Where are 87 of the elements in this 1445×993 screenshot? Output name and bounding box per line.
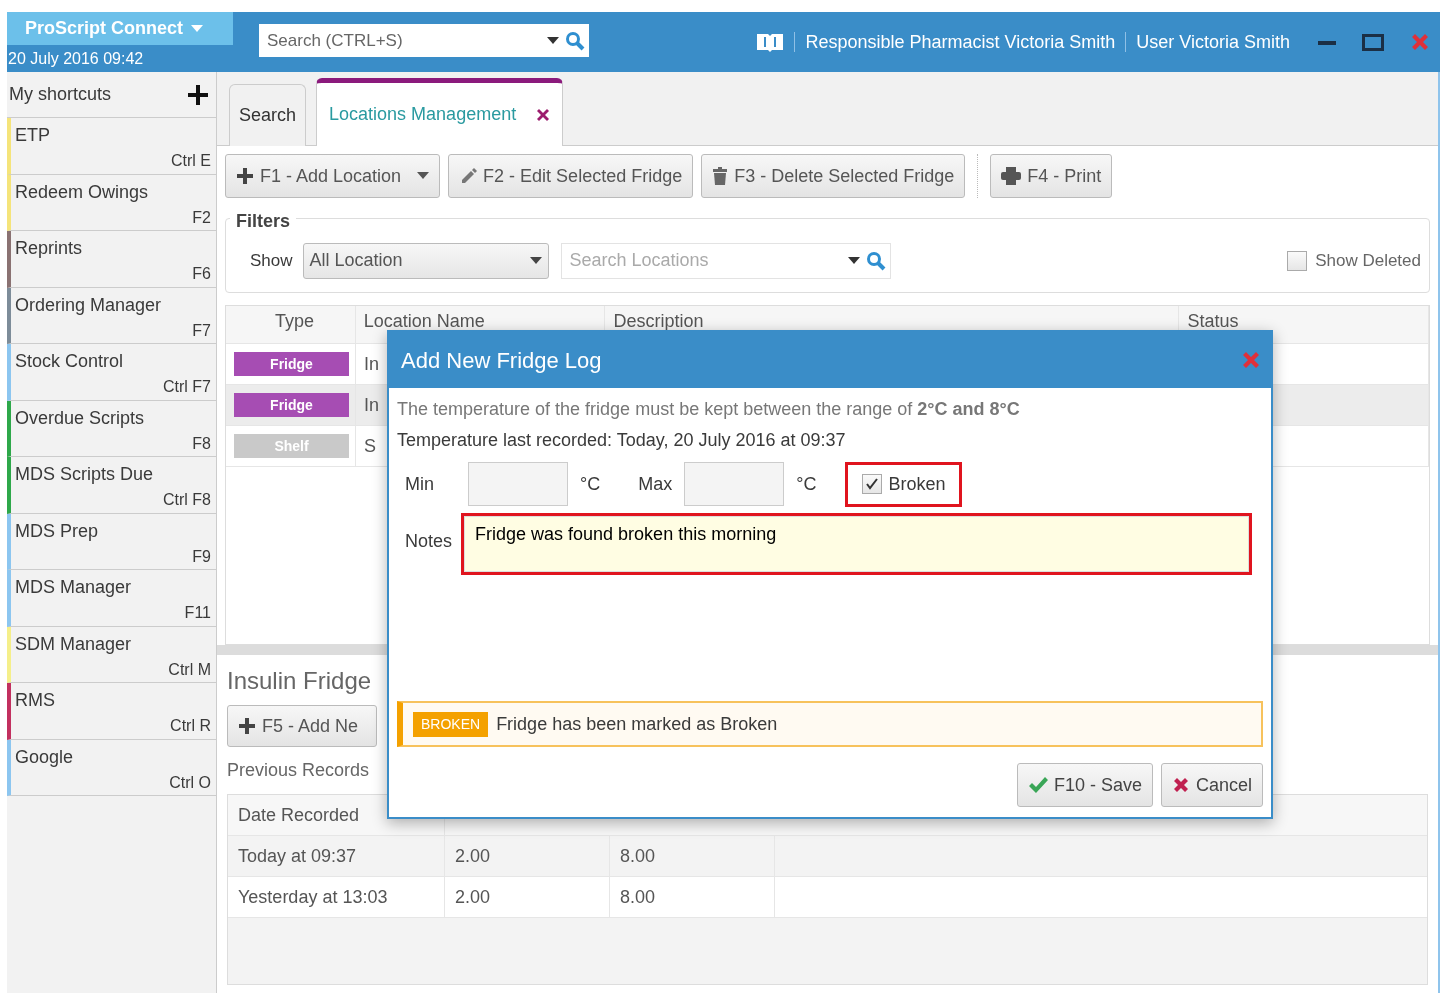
shortcut-key: Ctrl F7 — [163, 375, 211, 401]
shortcut-label: Google — [15, 745, 74, 769]
user-info: User Victoria Smith — [1136, 30, 1290, 54]
date-time: 20 July 2016 09:42 — [7, 49, 145, 69]
shortcut-label: Redeem Owings — [15, 180, 149, 204]
add-button[interactable]: F5 - Add Ne — [227, 705, 377, 747]
broken-checkbox[interactable]: Broken — [848, 464, 960, 504]
book-icon — [756, 32, 785, 52]
field-label: Notes — [405, 530, 453, 553]
min-field[interactable] — [468, 462, 568, 506]
caret-icon — [547, 36, 559, 45]
column-header[interactable]: Date Recorded — [238, 801, 360, 829]
shortcut-key: F9 — [192, 544, 211, 571]
table-cell-text: In — [364, 393, 379, 417]
shortcut-label: Overdue Scripts — [15, 406, 145, 430]
unit-label: °C — [580, 472, 601, 496]
location-dropdown[interactable]: All Location — [302, 242, 549, 279]
field-label: Min — [405, 472, 434, 496]
shortcut-label: SDM Manager — [15, 632, 132, 656]
table-cell-text: 2.00 — [455, 885, 491, 909]
section-title: Insulin Fridge — [227, 666, 373, 696]
shortcut-key: Ctrl O — [169, 770, 211, 797]
table-cell-text: 2.00 — [455, 844, 491, 868]
field-label: Show — [250, 249, 293, 272]
status-tag: BROKEN — [413, 711, 489, 737]
unit-label: °C — [796, 472, 817, 496]
user-info: Responsible Pharmacist Victoria Smith — [805, 30, 1116, 54]
table-cell-text: In — [364, 352, 379, 376]
type-tag: Fridge — [234, 393, 349, 417]
info-text: Temperature last recorded: Today, 20 July 2016 at 09:37 — [397, 429, 847, 452]
check-icon — [865, 477, 880, 491]
shortcut-key: F6 — [192, 262, 211, 288]
caret-icon — [417, 172, 430, 180]
shortcut-label: MDS Manager — [15, 576, 132, 599]
alert-message: Fridge has been marked as Broken — [496, 712, 778, 736]
search-icon — [565, 30, 585, 51]
toolbar-button[interactable]: F1 - Add Location — [225, 154, 441, 198]
dialog-title: Add New Fridge Log — [401, 346, 602, 375]
notes-field[interactable]: Fridge was found broken this morning — [464, 516, 1249, 572]
search-bar[interactable]: Search (CTRL+S) — [259, 24, 589, 57]
close-icon[interactable] — [536, 107, 551, 122]
toolbar-button[interactable]: F2 - Edit Selected Fridge — [448, 154, 694, 198]
shortcut-key: F7 — [192, 318, 211, 345]
max-field[interactable] — [684, 462, 785, 506]
dialog-button[interactable]: F10 - Save — [1016, 763, 1153, 807]
shortcut-label: MDS Prep — [15, 519, 99, 543]
add-icon[interactable] — [188, 84, 208, 105]
table-cell-text: Today at 09:37 — [238, 844, 357, 868]
info-text: The temperature of the fridge must be kept between the range of 2°C and 8°C — [397, 398, 1021, 421]
pencil-icon — [459, 167, 478, 185]
checkbox-label: Show Deleted — [1315, 249, 1421, 272]
type-tag: Fridge — [234, 352, 349, 376]
shortcut-key: Ctrl M — [168, 657, 211, 684]
shortcut-label: Reprints — [15, 237, 83, 260]
dialog-button[interactable]: Cancel — [1160, 763, 1263, 807]
shortcut-label: Stock Control — [15, 350, 124, 373]
shortcut-label: Ordering Manager — [15, 293, 162, 317]
shortcut-key: Ctrl R — [170, 714, 211, 740]
caret-icon — [847, 256, 860, 265]
shortcut-label: ETP — [15, 124, 50, 147]
trash-icon — [712, 167, 729, 185]
table-cell-text: 8.00 — [620, 844, 656, 868]
checkbox[interactable] — [1287, 250, 1308, 271]
field-label: Max — [638, 472, 673, 496]
table-cell-text: Yesterday at 13:03 — [238, 885, 388, 909]
search-icon — [865, 250, 886, 271]
section-label: Previous Records — [227, 759, 371, 782]
shortcut-label: RMS — [15, 689, 55, 712]
shortcut-key: F11 — [184, 601, 211, 627]
column-header[interactable]: Type — [274, 308, 314, 335]
shortcut-key: F2 — [192, 205, 211, 232]
plus-icon — [236, 167, 254, 185]
sidebar-title: My shortcuts — [9, 83, 112, 106]
shortcut-key: Ctrl F8 — [163, 488, 211, 514]
search-bar[interactable]: Search Locations — [560, 242, 891, 279]
tab[interactable]: Search — [229, 84, 307, 146]
shortcut-key: F8 — [192, 431, 211, 458]
toolbar-button[interactable]: F3 - Delete Selected Fridge — [701, 154, 966, 198]
caret-icon — [191, 24, 204, 33]
maximize-icon[interactable] — [1362, 33, 1384, 51]
table-cell-text: S — [364, 434, 376, 458]
table-cell-text: 8.00 — [620, 885, 656, 909]
shortcut-label: MDS Scripts Due — [15, 463, 154, 486]
plus-icon — [238, 717, 256, 735]
shortcut-key: Ctrl E — [171, 149, 211, 175]
toolbar-button[interactable]: F4 - Print — [990, 154, 1113, 198]
caret-icon — [529, 256, 542, 265]
